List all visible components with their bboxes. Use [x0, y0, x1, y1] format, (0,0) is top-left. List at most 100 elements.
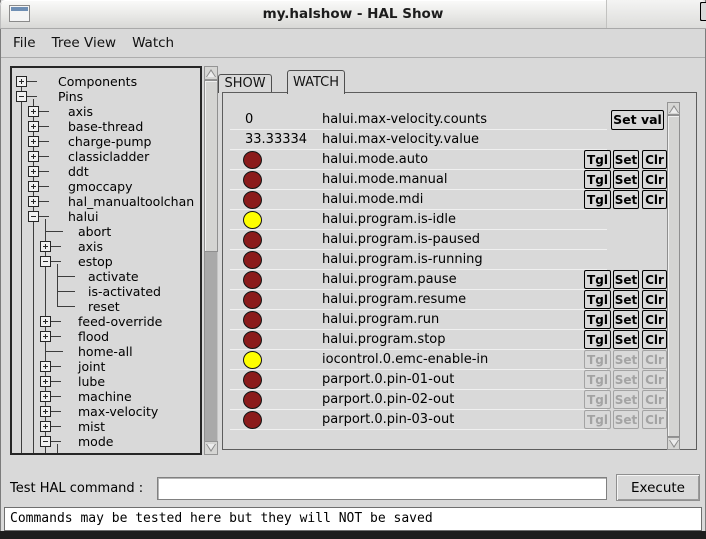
tree-item-label[interactable]: lube: [78, 374, 105, 389]
tree-expander-plus-icon[interactable]: [40, 361, 51, 372]
tree-expander-plus-icon[interactable]: [28, 136, 39, 147]
tree-item-label[interactable]: feed-override: [78, 314, 162, 329]
tree-item-label[interactable]: estop: [78, 254, 113, 269]
menu-tree-view[interactable]: Tree View: [44, 35, 124, 51]
tree-expander-plus-icon[interactable]: [28, 121, 39, 132]
tree-item-label[interactable]: Pins: [58, 89, 83, 104]
tree-item-label[interactable]: flood: [78, 329, 109, 344]
tree-item[interactable]: gmoccapy: [12, 179, 200, 194]
scroll-up-icon[interactable]: [204, 66, 218, 80]
toggle-button[interactable]: Tgl: [584, 150, 611, 169]
tree-item-label[interactable]: home-all: [78, 344, 133, 359]
tree-item[interactable]: machine: [12, 389, 200, 404]
tree-item[interactable]: abort: [12, 224, 200, 239]
set-val-button[interactable]: Set val: [611, 110, 664, 130]
tree-item[interactable]: is-activated: [12, 284, 200, 299]
tree-expander-plus-icon[interactable]: [28, 181, 39, 192]
tree-expander-plus-icon[interactable]: [40, 376, 51, 387]
tree-item-label[interactable]: reset: [88, 299, 120, 314]
tree-item[interactable]: joint: [12, 359, 200, 374]
tree-expander-plus-icon[interactable]: [28, 106, 39, 117]
tree-item[interactable]: charge-pump: [12, 134, 200, 149]
tree-item[interactable]: max-velocity: [12, 404, 200, 419]
tree-item[interactable]: ddt: [12, 164, 200, 179]
tree-item-label[interactable]: halui: [68, 209, 98, 224]
tree-item-label[interactable]: max-velocity: [78, 404, 158, 419]
tree-item[interactable]: reset: [12, 299, 200, 314]
tree-expander-minus-icon[interactable]: [28, 211, 39, 222]
toggle-button[interactable]: Tgl: [584, 330, 611, 349]
clear-button[interactable]: Clr: [642, 310, 667, 329]
tree-item-label[interactable]: mode: [78, 434, 113, 449]
set-button[interactable]: Set: [613, 170, 639, 189]
tree-item-label[interactable]: axis: [78, 239, 103, 254]
tree-scrollbar[interactable]: [204, 66, 218, 455]
tree-expander-plus-icon[interactable]: [16, 76, 27, 87]
clear-button[interactable]: Clr: [642, 270, 667, 289]
tree-expander-plus-icon[interactable]: [28, 151, 39, 162]
tree-expander-plus-icon[interactable]: [40, 331, 51, 342]
tree-item[interactable]: classicladder: [12, 149, 200, 164]
watch-scrollbar[interactable]: [667, 102, 680, 450]
tree-expander-minus-icon[interactable]: [40, 436, 51, 447]
close-button[interactable]: ✕: [700, 2, 706, 21]
tree-item[interactable]: Components: [12, 74, 200, 89]
tree-expander-plus-icon[interactable]: [40, 316, 51, 327]
tree-item-label[interactable]: Components: [58, 74, 137, 89]
clear-button[interactable]: Clr: [642, 290, 667, 309]
tree-item[interactable]: lube: [12, 374, 200, 389]
set-button[interactable]: Set: [613, 150, 639, 169]
tab-show[interactable]: SHOW: [218, 74, 272, 93]
scroll-down-icon[interactable]: [667, 437, 680, 450]
set-button[interactable]: Set: [613, 290, 639, 309]
scroll-down-icon[interactable]: [204, 441, 218, 455]
clear-button[interactable]: Clr: [642, 190, 667, 209]
tree-item[interactable]: axis: [12, 239, 200, 254]
tree-item-label[interactable]: activate: [88, 269, 139, 284]
tree-scrollbar-thumb[interactable]: [204, 80, 218, 252]
tree-item[interactable]: halui: [12, 209, 200, 224]
toggle-button[interactable]: Tgl: [584, 290, 611, 309]
tree-item-label[interactable]: is-activated: [88, 284, 161, 299]
tree-item-label[interactable]: mist: [78, 419, 105, 434]
tree-item[interactable]: estop: [12, 254, 200, 269]
tree-item-label[interactable]: machine: [78, 389, 132, 404]
set-button[interactable]: Set: [613, 330, 639, 349]
tree-item[interactable]: flood: [12, 329, 200, 344]
tree-item-label[interactable]: charge-pump: [68, 134, 151, 149]
toggle-button[interactable]: Tgl: [584, 170, 611, 189]
hal-command-input[interactable]: [157, 477, 607, 500]
menu-watch[interactable]: Watch: [124, 35, 182, 51]
tree-item-label[interactable]: base-thread: [68, 119, 143, 134]
toggle-button[interactable]: Tgl: [584, 190, 611, 209]
tree-item[interactable]: Pins: [12, 89, 200, 104]
tree-item-label[interactable]: classicladder: [68, 149, 149, 164]
tree-expander-plus-icon[interactable]: [28, 196, 39, 207]
toggle-button[interactable]: Tgl: [584, 310, 611, 329]
titlebar[interactable]: my.halshow - HAL Show ↑ − □ ✕: [0, 0, 706, 29]
clear-button[interactable]: Clr: [642, 330, 667, 349]
set-button[interactable]: Set: [613, 190, 639, 209]
tree-item[interactable]: activate: [12, 269, 200, 284]
watch-scrollbar-thumb[interactable]: [667, 115, 680, 437]
tree-item-label[interactable]: axis: [68, 104, 93, 119]
tree-item-label[interactable]: gmoccapy: [68, 179, 133, 194]
tree-item[interactable]: home-all: [12, 344, 200, 359]
clear-button[interactable]: Clr: [642, 170, 667, 189]
menu-file[interactable]: File: [5, 35, 44, 51]
tree-expander-plus-icon[interactable]: [40, 391, 51, 402]
tree-item-label[interactable]: ddt: [68, 164, 89, 179]
clear-button[interactable]: Clr: [642, 150, 667, 169]
tree-expander-minus-icon[interactable]: [40, 256, 51, 267]
tree-item-label[interactable]: joint: [78, 359, 105, 374]
tree-item[interactable]: axis: [12, 104, 200, 119]
tree-item[interactable]: mode: [12, 434, 200, 449]
set-button[interactable]: Set: [613, 270, 639, 289]
execute-button[interactable]: Execute: [616, 474, 700, 501]
tab-watch[interactable]: WATCH: [287, 70, 345, 94]
set-button[interactable]: Set: [613, 310, 639, 329]
toggle-button[interactable]: Tgl: [584, 270, 611, 289]
scroll-up-icon[interactable]: [667, 102, 680, 115]
tree-expander-plus-icon[interactable]: [40, 406, 51, 417]
tree-expander-plus-icon[interactable]: [40, 421, 51, 432]
